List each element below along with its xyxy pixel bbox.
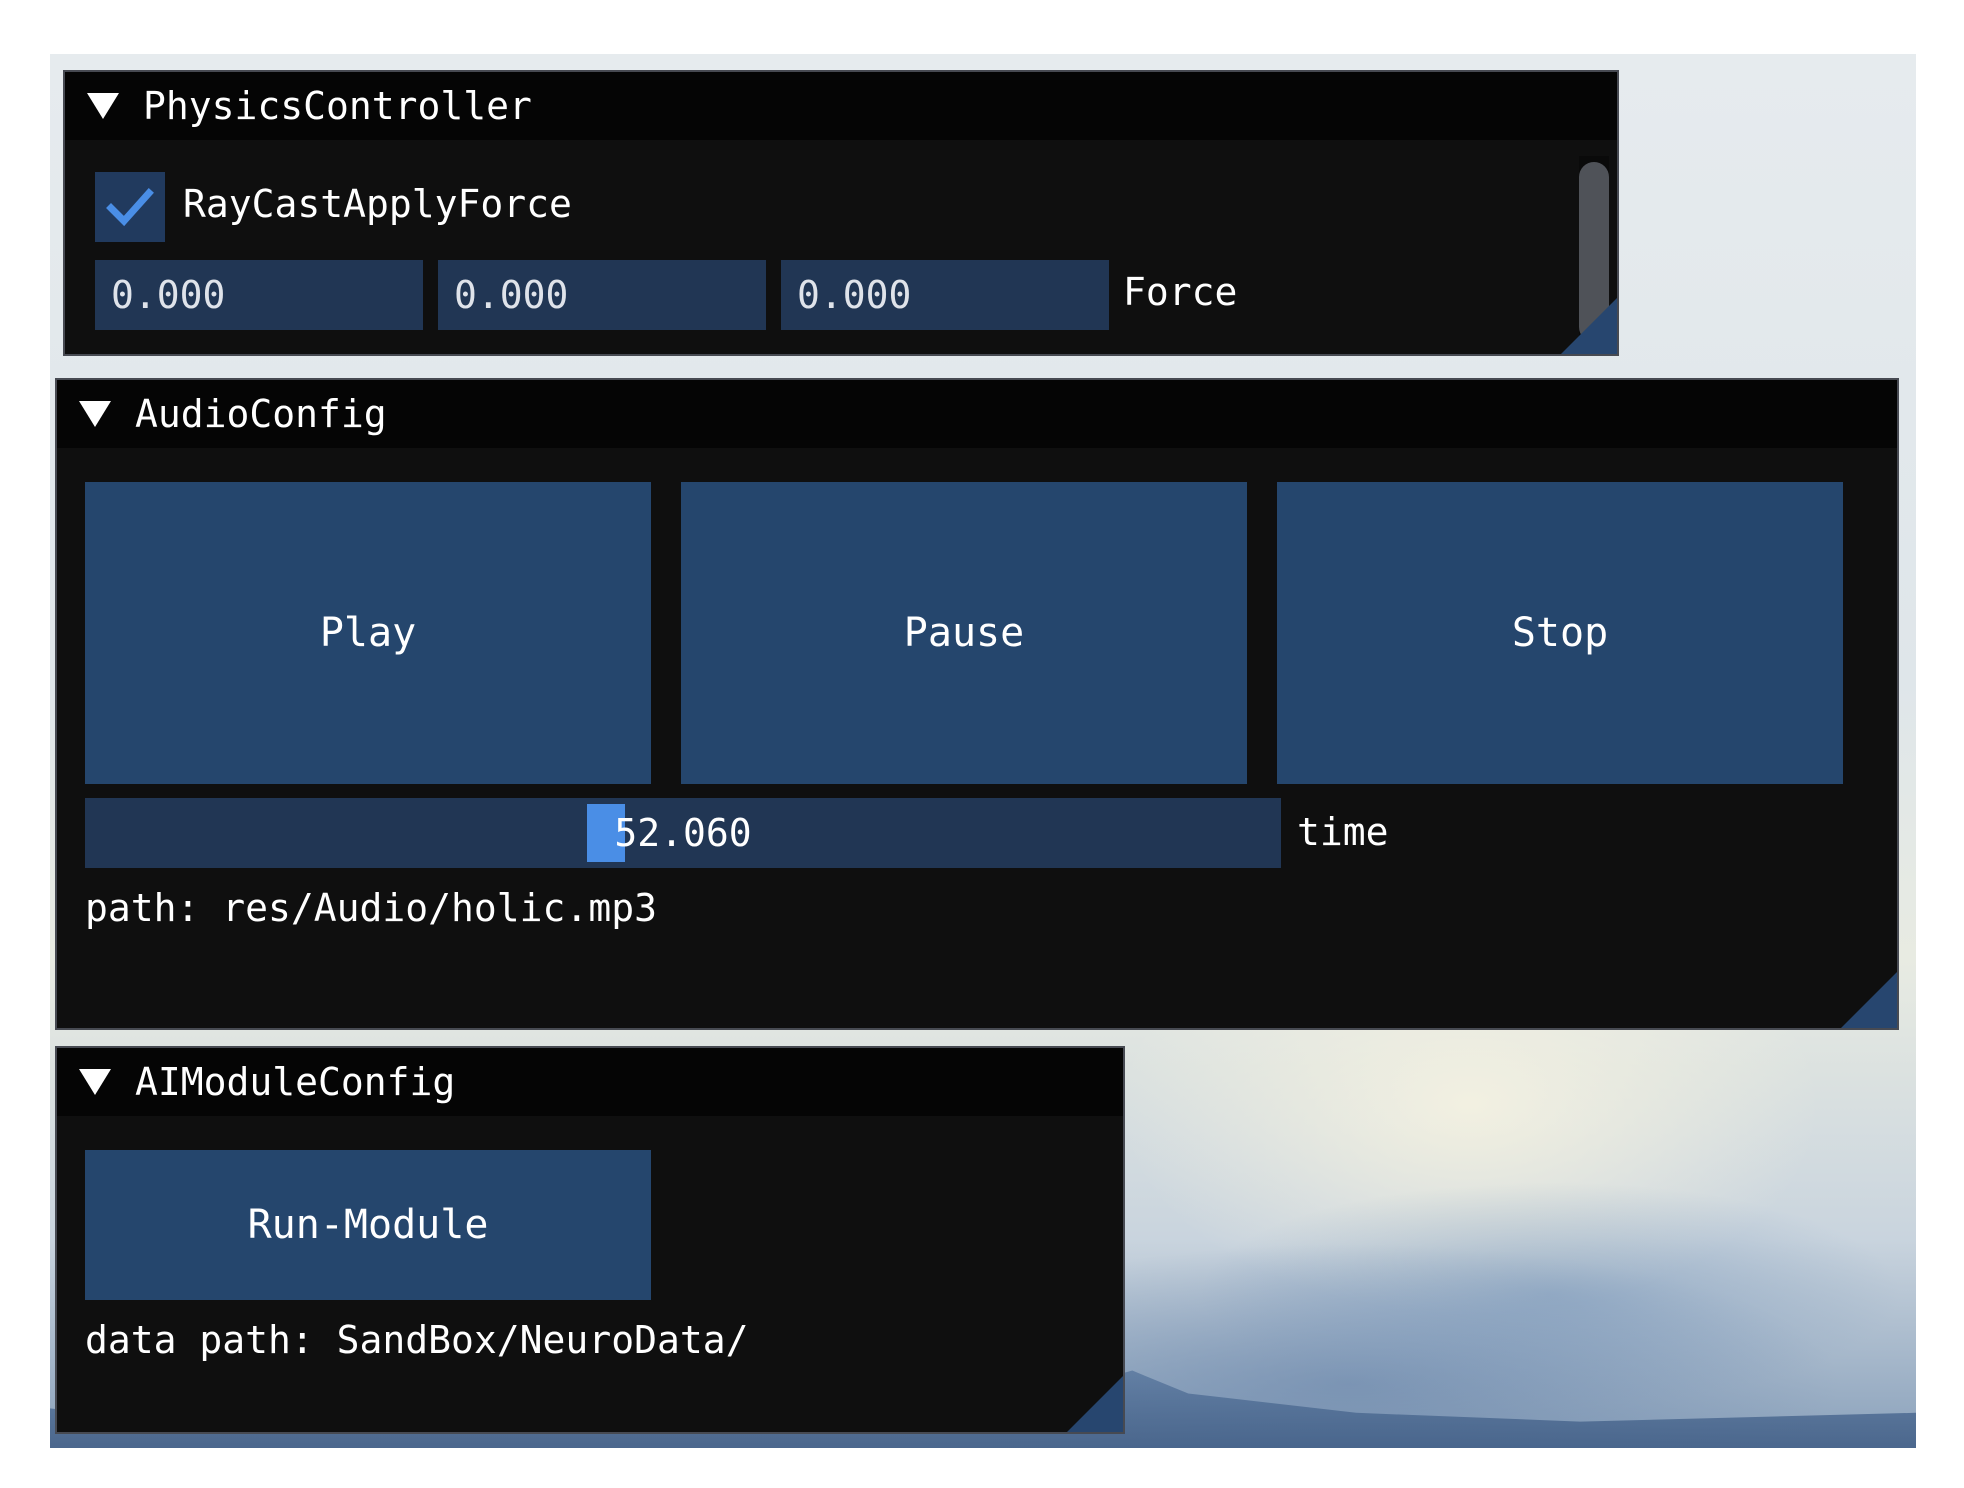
data-path-text: data path: SandBox/NeuroData/ <box>85 1318 749 1362</box>
resize-grip-icon[interactable] <box>1561 298 1617 354</box>
slider-value: 52.060 <box>614 811 752 855</box>
force-label: Force <box>1123 270 1238 314</box>
collapse-arrow-icon[interactable] <box>87 93 119 119</box>
window-title: AIModuleConfig <box>135 1060 456 1104</box>
force-x-input[interactable]: 0.000 <box>95 260 423 330</box>
time-slider[interactable]: 52.060 <box>85 798 1281 868</box>
window-title: PhysicsController <box>143 84 532 128</box>
collapse-arrow-icon[interactable] <box>79 401 111 427</box>
force-y-input[interactable]: 0.000 <box>438 260 766 330</box>
time-label: time <box>1297 810 1389 854</box>
raycast-apply-force-checkbox[interactable] <box>95 172 165 242</box>
window-title: AudioConfig <box>135 392 387 436</box>
resize-grip-icon[interactable] <box>1067 1376 1123 1432</box>
resize-grip-icon[interactable] <box>1841 972 1897 1028</box>
audio-path-text: path: res/Audio/holic.mp3 <box>85 886 657 930</box>
stop-button[interactable]: Stop <box>1277 482 1843 784</box>
physics-controller-titlebar[interactable]: PhysicsController <box>65 72 1617 140</box>
play-button[interactable]: Play <box>85 482 651 784</box>
checkbox-label: RayCastApplyForce <box>183 182 572 226</box>
collapse-arrow-icon[interactable] <box>79 1069 111 1095</box>
ai-module-config-titlebar[interactable]: AIModuleConfig <box>57 1048 1123 1116</box>
ai-module-config-window: AIModuleConfig Run-Module data path: San… <box>55 1046 1125 1434</box>
pause-button[interactable]: Pause <box>681 482 1247 784</box>
force-z-input[interactable]: 0.000 <box>781 260 1109 330</box>
audio-config-window: AudioConfig Play Pause Stop 52.060 time … <box>55 378 1899 1030</box>
run-module-button[interactable]: Run-Module <box>85 1150 651 1300</box>
checkmark-icon <box>106 188 154 227</box>
audio-config-titlebar[interactable]: AudioConfig <box>57 380 1897 448</box>
physics-controller-window: PhysicsController RayCastApplyForce 0.00… <box>63 70 1619 356</box>
